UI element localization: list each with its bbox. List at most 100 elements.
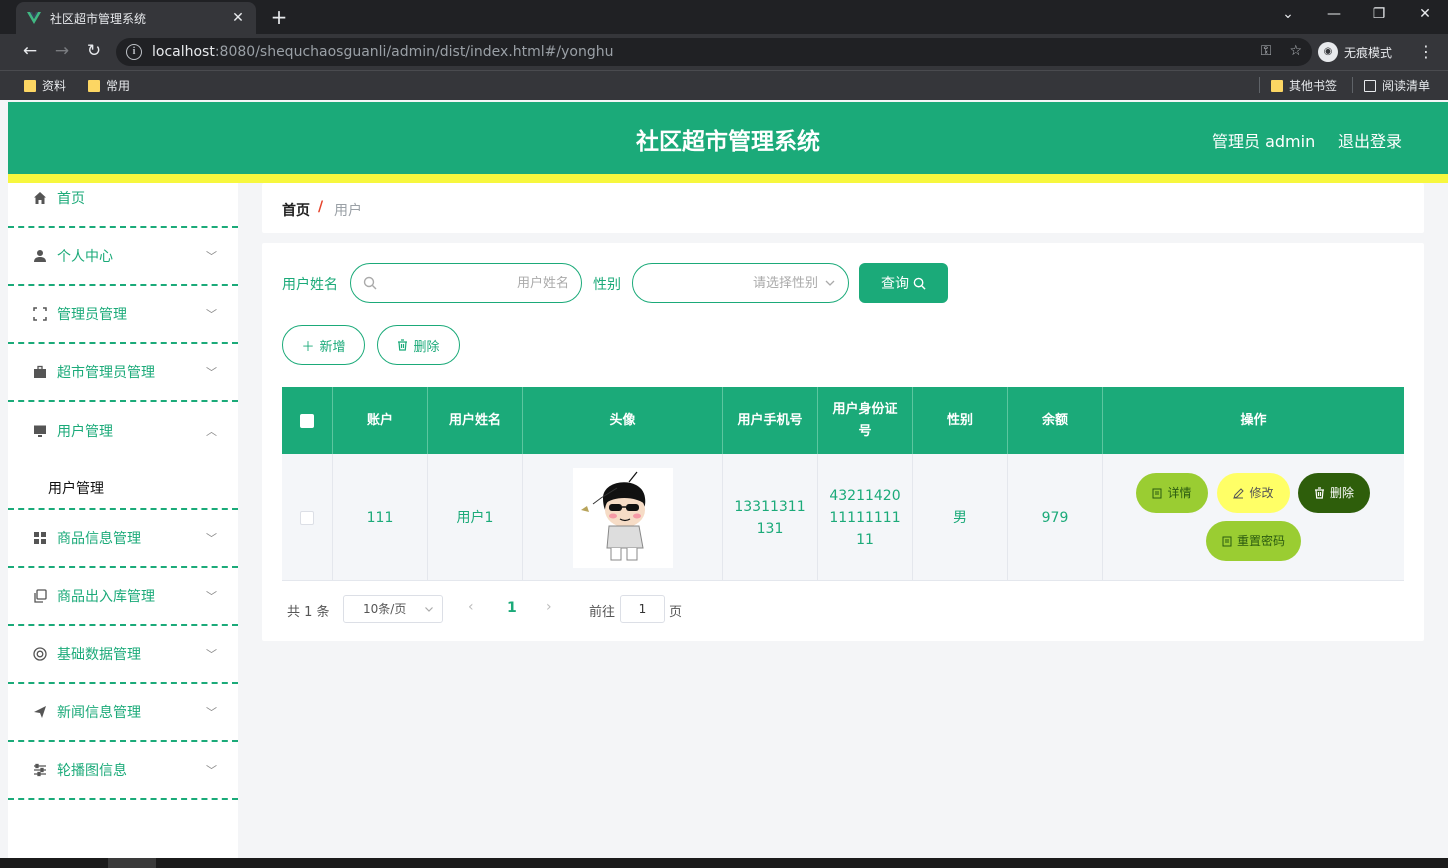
document-icon (1222, 536, 1232, 546)
browser-tab[interactable]: 社区超市管理系统 ✕ (16, 2, 256, 34)
sidebar-item-news[interactable]: 新闻信息管理 ﹀ (8, 684, 238, 742)
page-size-select[interactable]: 10条/页 (343, 595, 443, 623)
browser-menu-icon[interactable]: ⋮ (1418, 42, 1434, 61)
logout-link[interactable]: 退出登录 (1338, 128, 1402, 152)
bookmark-folder[interactable]: 常用 (88, 77, 130, 94)
reading-list-icon (1364, 79, 1376, 92)
select-all-checkbox[interactable] (300, 413, 314, 428)
add-button[interactable]: ＋ 新增 (282, 325, 365, 365)
sidebar-item-label: 个人中心 (57, 249, 113, 265)
header-name: 用户姓名 (428, 387, 523, 454)
sidebar-item-products[interactable]: 商品信息管理 ﹀ (8, 510, 238, 568)
gender-label: 性别 (593, 277, 621, 293)
cell-phone: 13311311131 (723, 454, 818, 581)
header-avatar: 头像 (523, 387, 723, 454)
chevron-down-icon (825, 280, 835, 286)
reset-password-button[interactable]: 重置密码 (1206, 521, 1301, 561)
url-path: :8080/shequchaosguanli/admin/dist/index.… (214, 44, 614, 60)
bookmark-folder[interactable]: 资料 (24, 77, 66, 94)
forward-icon[interactable]: → (51, 41, 73, 61)
sidebar-item-profile[interactable]: 个人中心 ﹀ (8, 228, 238, 286)
new-tab-icon[interactable]: + (268, 5, 290, 29)
query-button[interactable]: 查询 (859, 263, 948, 303)
close-window-icon[interactable]: ✕ (1413, 6, 1437, 22)
name-search-input[interactable] (383, 275, 569, 291)
browser-toolbar: ← → ↻ i localhost:8080/shequchaosguanli/… (0, 34, 1448, 70)
chevron-down-icon (425, 607, 433, 612)
gender-select[interactable] (632, 263, 849, 303)
vue-logo-icon (27, 12, 41, 24)
cell-name: 用户1 (428, 454, 523, 581)
briefcase-icon (32, 364, 48, 380)
main-content: 用户姓名 性别 查询 ＋ 新增 删除 账户 用户姓名 头像 用户手机号 用户身份… (262, 243, 1424, 641)
gender-select-input[interactable] (645, 275, 818, 291)
bookmark-separator (1259, 77, 1260, 93)
name-label: 用户姓名 (282, 277, 338, 293)
sidebar-item-users[interactable]: 用户管理 ︿ (8, 402, 238, 460)
cell-avatar (523, 454, 723, 581)
address-bar[interactable]: i localhost:8080/shequchaosguanli/admin/… (116, 38, 1312, 66)
incognito-indicator[interactable]: ◉ 无痕模式 (1318, 40, 1392, 64)
chevron-down-icon: ﹀ (206, 706, 217, 719)
chevron-down-icon: ﹀ (206, 648, 217, 661)
tab-search-icon[interactable]: ⌄ (1276, 6, 1300, 22)
goto-page-input[interactable]: 1 (620, 595, 665, 623)
user-icon (32, 248, 48, 264)
sidebar-item-basic-data[interactable]: 基础数据管理 ﹀ (8, 626, 238, 684)
header-phone: 用户手机号 (723, 387, 818, 454)
current-page[interactable]: 1 (507, 600, 517, 616)
batch-delete-button[interactable]: 删除 (377, 325, 460, 365)
breadcrumb-separator: / (318, 199, 324, 215)
avatar[interactable] (572, 467, 673, 568)
sidebar-item-admin[interactable]: 管理员管理 ﹀ (8, 286, 238, 344)
restore-icon[interactable]: ❐ (1367, 6, 1391, 22)
fullscreen-icon (32, 306, 48, 322)
plus-icon: ＋ (301, 339, 315, 355)
delete-button[interactable]: 删除 (1298, 473, 1370, 513)
site-info-icon[interactable]: i (126, 44, 142, 60)
edit-button[interactable]: 修改 (1217, 473, 1290, 513)
minimize-icon[interactable]: — (1322, 6, 1346, 22)
other-bookmarks[interactable]: 其他书签 (1271, 77, 1337, 94)
cell-balance: 979 (1008, 454, 1103, 581)
bookmark-label: 阅读清单 (1382, 79, 1431, 93)
page-size-value: 10条/页 (363, 602, 407, 616)
sidebar-subitem-users[interactable]: 用户管理 (8, 462, 238, 510)
tab-close-icon[interactable]: ✕ (230, 10, 246, 26)
folder-icon (88, 79, 100, 92)
chevron-down-icon: ﹀ (206, 366, 217, 379)
app-header: 社区超市管理系统 管理员 admin 退出登录 (8, 102, 1448, 174)
detail-button[interactable]: 详情 (1136, 473, 1208, 513)
bookmark-label: 资料 (42, 79, 67, 93)
sidebar-item-stock[interactable]: 商品出入库管理 ﹀ (8, 568, 238, 626)
edit-icon (1233, 487, 1245, 499)
row-checkbox[interactable] (300, 510, 314, 525)
sidebar-item-home[interactable]: 首页 (8, 170, 238, 228)
home-icon (32, 190, 48, 206)
back-icon[interactable]: ← (19, 41, 41, 61)
bookmark-star-icon[interactable]: ☆ (1289, 43, 1302, 59)
reading-list[interactable]: 阅读清单 (1364, 77, 1430, 94)
next-page-icon[interactable]: › (546, 599, 552, 615)
prev-page-icon[interactable]: ‹ (468, 599, 474, 615)
breadcrumb-home[interactable]: 首页 (282, 200, 310, 220)
breadcrumb: 首页 / 用户 (262, 183, 1424, 233)
sidebar-item-label: 商品信息管理 (57, 531, 141, 547)
header-select-all[interactable] (282, 387, 333, 454)
copy-icon (32, 588, 48, 604)
pagination: 共 1 条 10条/页 ‹ 1 › 前往 1 页 (282, 594, 882, 624)
key-icon[interactable]: ⚿ (1261, 43, 1272, 59)
folder-icon (1271, 79, 1283, 92)
bookmark-separator (1352, 77, 1353, 93)
sidebar-item-store-admin[interactable]: 超市管理员管理 ﹀ (8, 344, 238, 402)
taskbar-item[interactable] (108, 858, 156, 868)
goto-label: 前往 (589, 605, 616, 620)
sidebar-item-carousel[interactable]: 轮播图信息 ﹀ (8, 742, 238, 800)
name-search-field[interactable] (350, 263, 582, 303)
chevron-down-icon: ﹀ (206, 532, 217, 545)
sliders-icon (32, 762, 48, 778)
trash-icon (1314, 487, 1324, 499)
sidebar-item-label: 新闻信息管理 (57, 705, 141, 721)
detail-button-label: 详情 (1167, 486, 1192, 500)
reload-icon[interactable]: ↻ (83, 41, 105, 61)
